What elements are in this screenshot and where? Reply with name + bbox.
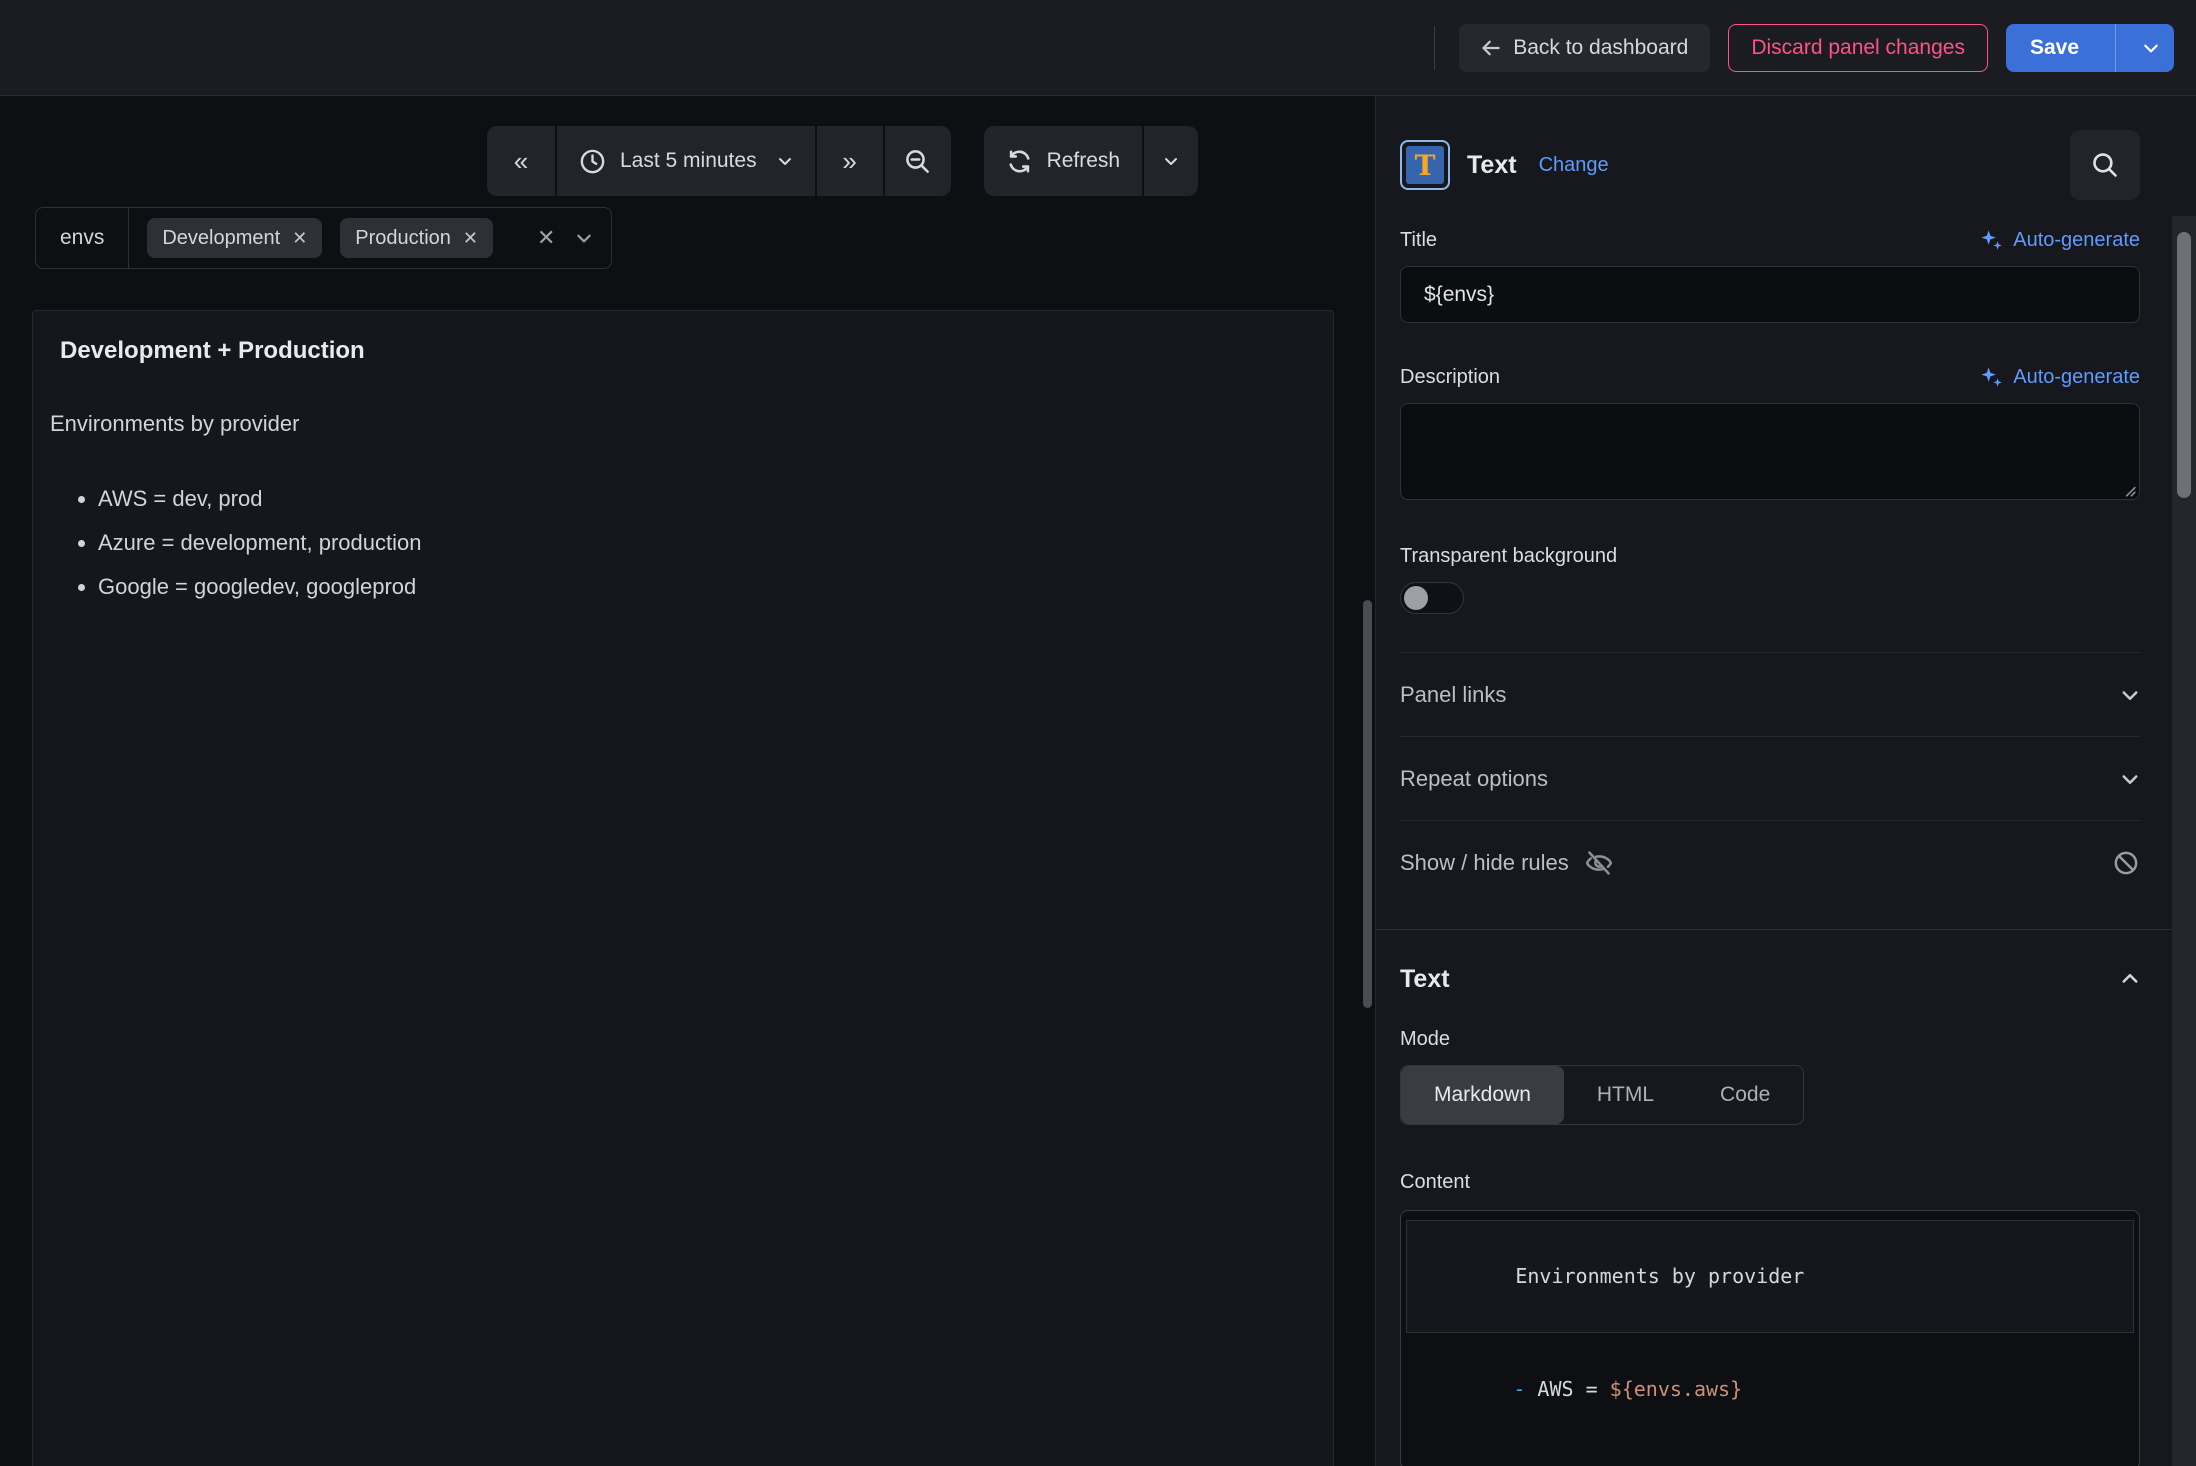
code-line[interactable]: - AWS = ${envs.aws}	[1405, 1334, 2135, 1445]
ban-icon	[2112, 849, 2140, 877]
chevron-down-icon	[2142, 39, 2160, 57]
bullet-item: AWS = dev, prod	[98, 477, 1333, 521]
time-range-label: Last 5 minutes	[620, 149, 757, 173]
repeat-options-collapser[interactable]: Repeat options	[1400, 737, 2140, 821]
chevron-up-icon	[2120, 969, 2140, 989]
title-field-label: Title	[1400, 229, 1437, 252]
transparent-background-label: Transparent background	[1400, 545, 1617, 568]
panel-links-label: Panel links	[1400, 682, 1506, 708]
chevron-down-icon	[1163, 153, 1179, 169]
mode-segmented-control: Markdown HTML Code	[1400, 1065, 1804, 1125]
time-toolbar: « Last 5 minutes »	[487, 126, 1198, 196]
sparkles-icon	[1979, 228, 2003, 252]
back-to-dashboard-label: Back to dashboard	[1513, 36, 1688, 60]
change-visualization-link[interactable]: Change	[1539, 154, 1609, 177]
code-line-current[interactable]: Environments by provider	[1406, 1220, 2134, 1333]
content-label: Content	[1400, 1171, 1470, 1194]
toggle-knob	[1404, 586, 1428, 610]
scrollbar-thumb[interactable]	[2177, 232, 2191, 498]
mode-option-code[interactable]: Code	[1687, 1066, 1803, 1124]
chevron-down-icon	[2120, 769, 2140, 789]
description-field-label: Description	[1400, 366, 1500, 389]
time-range-picker-button[interactable]: Last 5 minutes	[555, 126, 815, 196]
search-options-button[interactable]	[2070, 130, 2140, 200]
bullet-item: Google = googledev, googleprod	[98, 565, 1333, 609]
visualization-type-label: Text	[1467, 151, 1517, 180]
resize-grip-icon[interactable]	[2122, 483, 2136, 497]
remove-chip-icon[interactable]: ✕	[463, 228, 478, 249]
show-hide-rules-row[interactable]: Show / hide rules	[1400, 821, 2140, 905]
time-picker-group: « Last 5 minutes »	[487, 126, 951, 196]
visualization-header: T Text Change	[1400, 130, 2140, 200]
back-to-dashboard-button[interactable]: Back to dashboard	[1459, 24, 1710, 72]
transparent-background-toggle[interactable]	[1400, 582, 1464, 614]
variable-chip-development[interactable]: Development ✕	[147, 218, 322, 258]
section-divider	[1376, 929, 2196, 930]
save-button[interactable]: Save	[2006, 24, 2103, 72]
refresh-group: Refresh	[984, 126, 1199, 196]
search-icon	[2091, 151, 2119, 179]
time-shift-forward-button[interactable]: »	[815, 126, 883, 196]
panel-options-sidebar: T Text Change Title Auto-generate	[1375, 96, 2196, 1466]
panel-title: Development + Production	[33, 311, 1333, 365]
auto-generate-label: Auto-generate	[2013, 229, 2140, 252]
variable-name-label: envs	[36, 208, 129, 268]
chip-label: Production	[355, 227, 451, 250]
topbar: Back to dashboard Discard panel changes …	[0, 0, 2196, 96]
code-line[interactable]: - Azure = ${envs.azure}	[1405, 1445, 2135, 1466]
variable-chips: Development ✕ Production ✕	[129, 218, 511, 258]
text-panel-icon: T	[1400, 140, 1450, 190]
eye-off-icon	[1585, 849, 1613, 877]
text-panel-preview: Development + Production Environments by…	[32, 310, 1334, 1466]
chip-label: Development	[162, 227, 280, 250]
double-chevron-left-icon: «	[514, 148, 528, 174]
refresh-icon	[1006, 148, 1033, 175]
time-shift-back-button[interactable]: «	[487, 126, 555, 196]
mode-option-markdown[interactable]: Markdown	[1401, 1066, 1564, 1124]
mode-option-html[interactable]: HTML	[1564, 1066, 1687, 1124]
panel-description-textarea[interactable]	[1400, 403, 2140, 500]
save-split-divider	[2115, 24, 2116, 72]
bullet-item: Azure = development, production	[98, 521, 1333, 565]
chevron-down-icon	[777, 153, 793, 169]
panel-links-collapser[interactable]: Panel links	[1400, 653, 2140, 737]
discard-panel-changes-button[interactable]: Discard panel changes	[1728, 24, 1988, 72]
refresh-button[interactable]: Refresh	[984, 126, 1143, 196]
clock-icon	[579, 148, 606, 175]
auto-generate-description-link[interactable]: Auto-generate	[1979, 365, 2140, 389]
save-split-button: Save	[2006, 24, 2174, 72]
repeat-options-label: Repeat options	[1400, 766, 1548, 792]
remove-chip-icon[interactable]: ✕	[292, 228, 307, 249]
arrow-left-icon	[1481, 38, 1501, 58]
sidebar-scrollbar[interactable]	[2172, 216, 2196, 1466]
chevron-down-icon[interactable]	[575, 229, 593, 247]
panel-title-input[interactable]	[1400, 266, 2140, 323]
auto-generate-label: Auto-generate	[2013, 366, 2140, 389]
variable-chip-production[interactable]: Production ✕	[340, 218, 493, 258]
topbar-divider	[1434, 26, 1435, 70]
sparkles-icon	[1979, 365, 2003, 389]
text-section-header[interactable]: Text	[1400, 956, 2140, 1002]
discard-panel-changes-label: Discard panel changes	[1751, 36, 1965, 60]
zoom-out-time-button[interactable]	[883, 126, 951, 196]
clear-all-icon[interactable]: ✕	[537, 225, 555, 251]
variable-picker: envs Development ✕ Production ✕ ✕	[35, 207, 612, 269]
text-section-label: Text	[1400, 965, 1450, 994]
refresh-interval-button[interactable]	[1142, 126, 1198, 196]
content-code-editor[interactable]: Environments by provider - AWS = ${envs.…	[1400, 1210, 2140, 1466]
mode-label: Mode	[1400, 1028, 1450, 1051]
double-chevron-right-icon: »	[842, 148, 856, 174]
pane-resize-handle[interactable]	[1363, 600, 1372, 1008]
edit-pane: « Last 5 minutes »	[0, 96, 1375, 1466]
show-hide-rules-label: Show / hide rules	[1400, 850, 1569, 876]
save-options-button[interactable]	[2128, 24, 2174, 72]
panel-bullet-list: AWS = dev, prod Azure = development, pro…	[50, 477, 1333, 609]
auto-generate-title-link[interactable]: Auto-generate	[1979, 228, 2140, 252]
zoom-out-icon	[904, 148, 931, 175]
panel-editor-screen: Back to dashboard Discard panel changes …	[0, 0, 2196, 1466]
chevron-down-icon	[2120, 685, 2140, 705]
panel-subtitle: Environments by provider	[50, 411, 1333, 437]
save-label: Save	[2030, 36, 2079, 60]
refresh-label: Refresh	[1047, 149, 1121, 173]
